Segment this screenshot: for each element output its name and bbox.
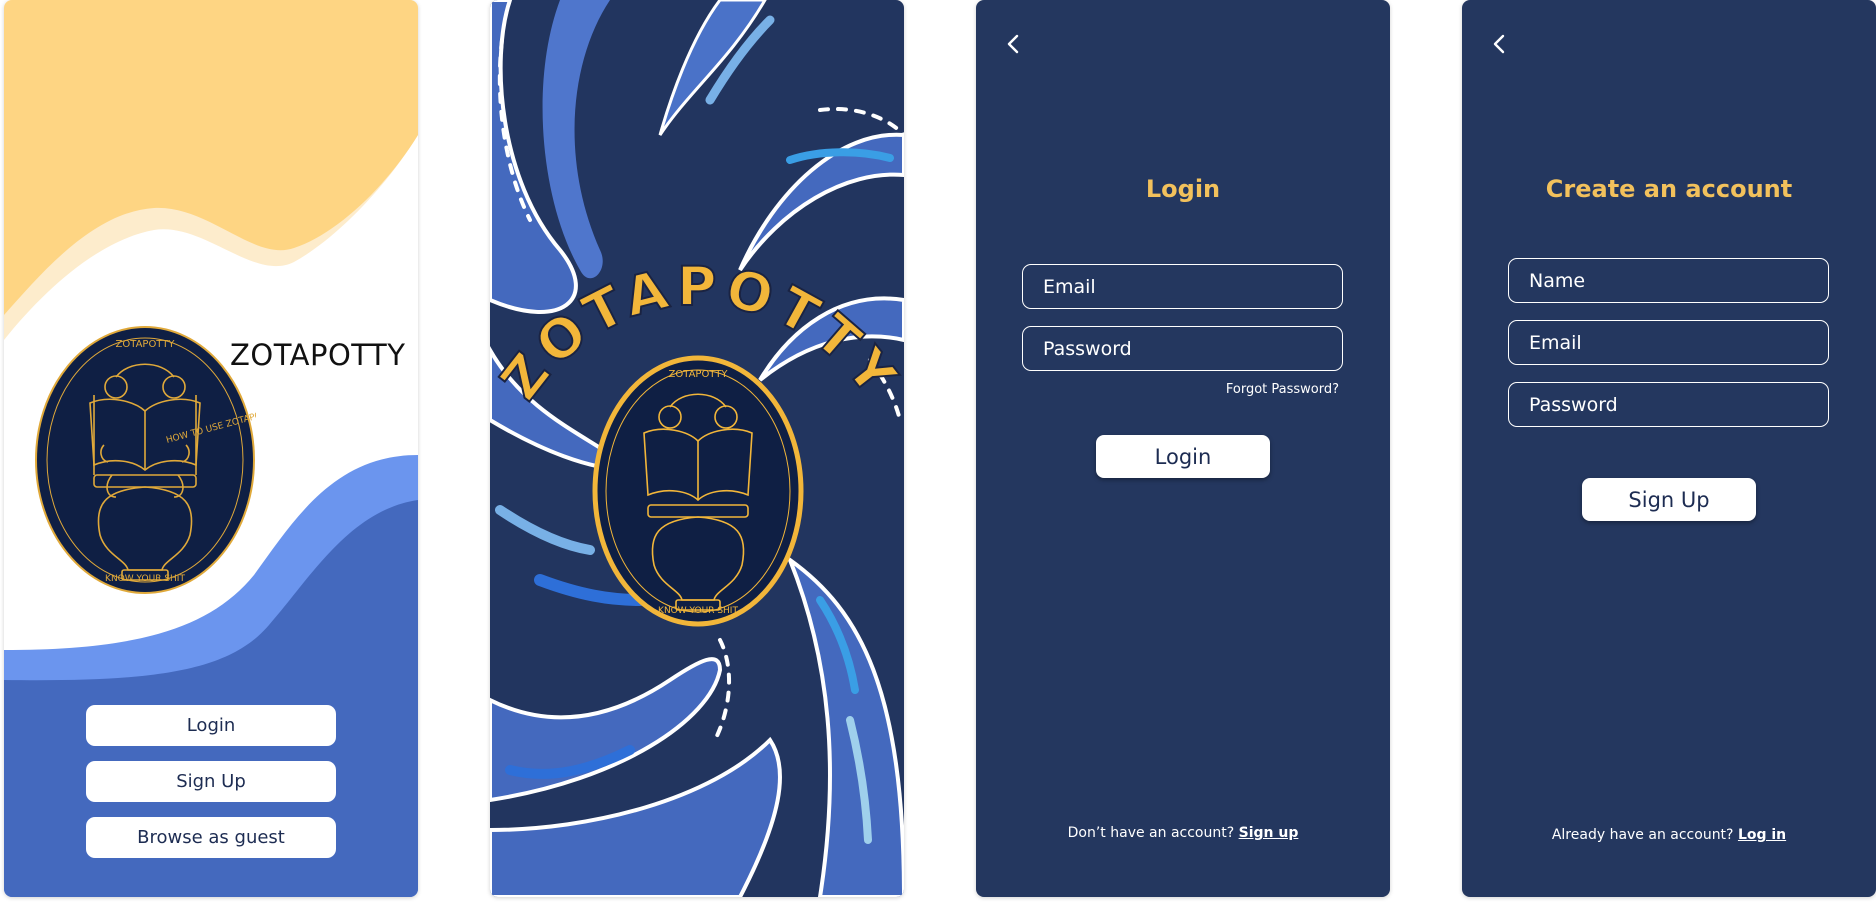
login-submit-button[interactable]: Login [1096, 435, 1270, 478]
splash-emblem-bottom-text: KNOW YOUR SHIT [658, 606, 738, 616]
emblem-top-text: ZOTAPOTTY [116, 339, 176, 350]
welcome-screen: HOW TO USE ZOTAPOTTY ZOTAPOTTY KNOW YOUR… [4, 0, 418, 897]
email-field[interactable] [1022, 264, 1343, 309]
signup-footer: Already have an account? Log in [1462, 827, 1876, 843]
chevron-left-icon[interactable] [1002, 32, 1026, 56]
chevron-left-icon[interactable] [1488, 32, 1512, 56]
login-footer: Don’t have an account? Sign up [976, 825, 1390, 841]
password-field[interactable] [1508, 382, 1829, 427]
splash-emblem-top-text: ZOTAPOTTY [669, 369, 729, 380]
emblem-bottom-text: KNOW YOUR SHIT [105, 574, 185, 584]
email-field[interactable] [1508, 320, 1829, 365]
signup-footer-prompt: Already have an account? [1551, 827, 1734, 843]
login-footer-prompt: Don’t have an account? [1067, 825, 1235, 841]
login-title: Login [1145, 175, 1221, 203]
name-field[interactable] [1508, 258, 1829, 303]
signup-button[interactable]: Sign Up [86, 761, 336, 802]
password-field[interactable] [1022, 326, 1343, 371]
brand-title: ZOTAPOTTY [230, 338, 406, 372]
signup-link[interactable]: Sign up [1239, 825, 1299, 841]
signup-title: Create an account [1545, 175, 1793, 203]
signup-submit-button[interactable]: Sign Up [1582, 478, 1756, 521]
browse-as-guest-button[interactable]: Browse as guest [86, 817, 336, 858]
splash-screen: ZOTAPOTTY ZOTAPOTTY KNOW YOUR SHIT [490, 0, 904, 897]
login-button[interactable]: Login [86, 705, 336, 746]
zotapotty-emblem: HOW TO USE ZOTAPOTTY ZOTAPOTTY KNOW YOUR… [35, 326, 256, 594]
splash-emblem: ZOTAPOTTY KNOW YOUR SHIT [592, 355, 804, 627]
signup-screen: Create an account Sign Up Already have a… [1462, 0, 1876, 897]
login-screen: Login Forgot Password? Login Don’t have … [976, 0, 1390, 897]
forgot-password-link[interactable]: Forgot Password? [1226, 382, 1339, 397]
login-link[interactable]: Log in [1738, 827, 1786, 843]
